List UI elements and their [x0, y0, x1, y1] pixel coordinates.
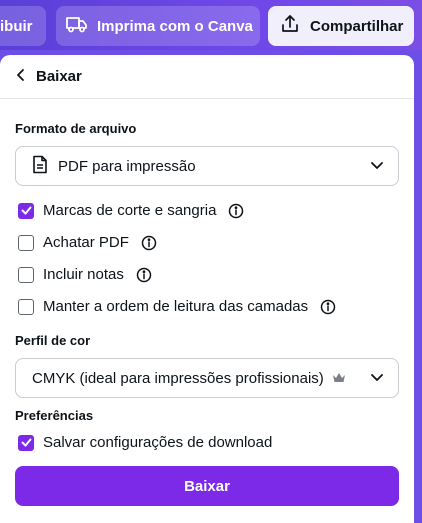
chevron-down-icon — [370, 158, 384, 175]
download-panel: Baixar Formato de arquivo PDF para impre… — [0, 55, 414, 523]
info-icon[interactable] — [320, 299, 336, 315]
option-flatten-pdf[interactable]: Achatar PDF — [18, 234, 157, 251]
share-button-label: Compartilhar — [310, 17, 404, 35]
info-icon[interactable] — [136, 267, 152, 283]
color-profile-value: CMYK (ideal para impressões profissionai… — [32, 369, 324, 387]
panel-title: Baixar — [36, 68, 82, 85]
back-button[interactable]: Baixar — [15, 68, 82, 86]
checkbox-crop-marks-checked[interactable] — [18, 202, 34, 219]
option-label: Achatar PDF — [43, 234, 129, 251]
print-with-canva-button[interactable]: Imprima com o Canva — [56, 6, 260, 46]
option-label: Incluir notas — [43, 266, 124, 283]
share-upload-icon — [280, 14, 300, 38]
option-save-download-settings[interactable]: Salvar configurações de download — [18, 434, 272, 451]
checkbox-flatten-pdf[interactable] — [18, 234, 34, 251]
file-format-label: Formato de arquivo — [15, 121, 137, 136]
option-crop-marks-bleed[interactable]: Marcas de corte e sangria — [18, 202, 244, 219]
document-icon — [32, 155, 48, 178]
color-profile-select[interactable]: CMYK (ideal para impressões profissionai… — [15, 358, 399, 398]
panel-header: Baixar — [0, 55, 414, 99]
checkbox-include-notes[interactable] — [18, 266, 34, 283]
preferences-label: Preferências — [15, 408, 94, 423]
color-profile-label: Perfil de cor — [15, 333, 91, 348]
chevron-left-icon — [15, 68, 27, 86]
option-keep-layer-reading-order[interactable]: Manter a ordem de leitura das camadas — [18, 298, 336, 315]
download-button[interactable]: Baixar — [15, 466, 399, 506]
share-button[interactable]: Compartilhar — [268, 6, 414, 46]
truck-icon — [66, 15, 88, 37]
option-label: Manter a ordem de leitura das camadas — [43, 298, 309, 315]
checkbox-save-settings-checked[interactable] — [18, 434, 34, 451]
editor-topbar: ibuir Imprima com o Canva Compartilhar — [0, 0, 422, 50]
option-include-notes[interactable]: Incluir notas — [18, 266, 152, 283]
print-with-canva-label: Imprima com o Canva — [97, 17, 253, 35]
chevron-down-icon — [370, 370, 384, 387]
distribute-button[interactable]: ibuir — [0, 6, 46, 46]
checkbox-keep-reading-order[interactable] — [18, 298, 34, 315]
option-label: Marcas de corte e sangria — [43, 202, 217, 219]
file-format-value: PDF para impressão — [58, 157, 196, 175]
option-label: Salvar configurações de download — [43, 434, 273, 451]
crown-icon — [332, 371, 346, 386]
info-icon[interactable] — [228, 203, 244, 219]
distribute-button-label: ibuir — [0, 17, 33, 35]
info-icon[interactable] — [141, 235, 157, 251]
file-format-select[interactable]: PDF para impressão — [15, 146, 399, 186]
